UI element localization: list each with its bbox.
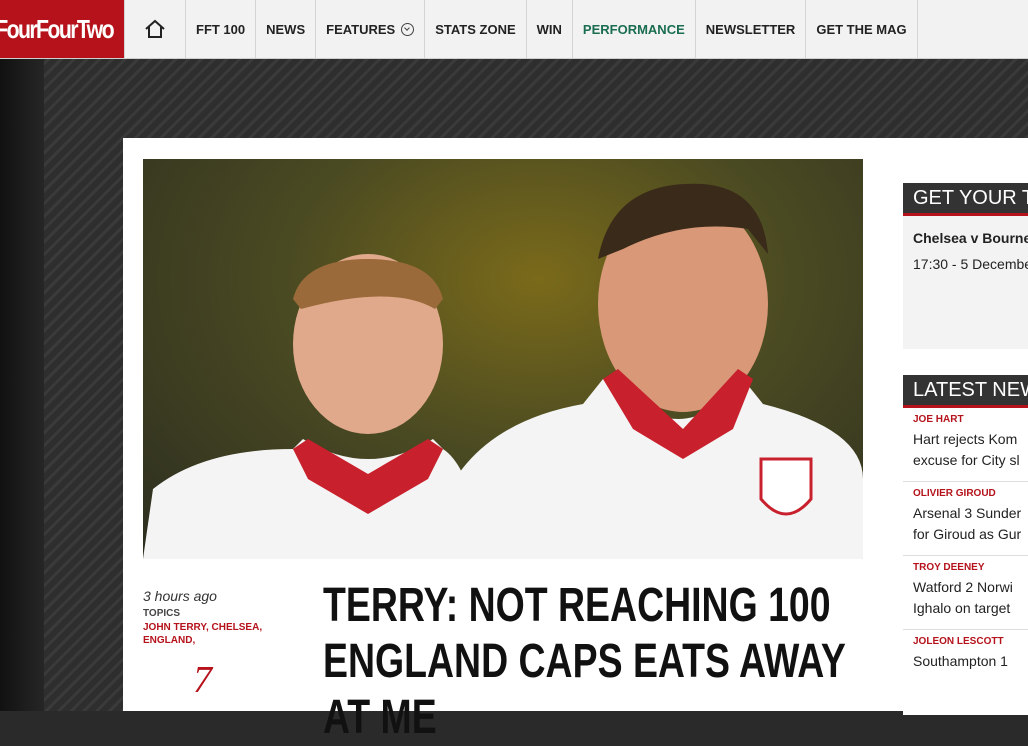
news-item[interactable]: JOE HART Hart rejects Kom excuse for City… [903,408,1028,482]
news-item[interactable]: TROY DEENEY Watford 2 Norwi Ighalo on tar… [903,556,1028,630]
nav-label: WIN [536,21,562,37]
news-title[interactable]: Southampton 1 [913,651,1018,672]
hero-image [143,159,863,559]
nav-label: GET THE MAG [816,21,907,37]
home-icon [145,19,165,38]
news-title[interactable]: Arsenal 3 Sunder for Giroud as Gur [913,503,1021,545]
nav-newsletter[interactable]: NEWSLETTER [696,0,807,58]
left-shadow [0,59,44,711]
news-tag[interactable]: JOLEON LESCOTT [913,636,1018,647]
nav-label: FEATURES [326,21,396,37]
topics-label: TOPICS [143,608,181,619]
comment-count[interactable]: 7 [193,658,212,702]
nav-win[interactable]: WIN [527,0,573,58]
logo-link[interactable]: FourFourTwo [0,0,124,58]
news-title[interactable]: Watford 2 Norwi Ighalo on target [913,577,1018,619]
nav-performance[interactable]: PERFORMANCE [573,0,696,58]
news-item[interactable]: OLIVIER GIROUD Arsenal 3 Sunder for Girou… [903,482,1028,556]
home-button[interactable] [124,0,186,58]
nav-features[interactable]: FEATURES [316,0,426,58]
nav-fft100[interactable]: FFT 100 [186,0,257,58]
main-content: 3 hours ago TOPICS JOHN TERRY, CHELSEA, … [123,138,1028,744]
news-tag[interactable]: OLIVIER GIROUD [913,488,1018,499]
topic-links[interactable]: JOHN TERRY, CHELSEA, ENGLAND, [143,621,273,647]
site-logo: FourFourTwo [0,0,115,58]
news-title[interactable]: Hart rejects Kom excuse for City sl [913,429,1020,471]
chevron-down-icon [401,22,415,36]
article-time: 3 hours ago [143,588,217,604]
nav-stats-zone[interactable]: STATS ZONE [425,0,527,58]
nav-news[interactable]: NEWS [256,0,317,58]
article-headline: TERRY: NOT REACHING 100 ENGLAND CAPS EAT… [323,579,846,744]
news-tag[interactable]: TROY DEENEY [913,562,1018,573]
nav-label: NEWS [266,21,306,37]
nav-label: STATS ZONE [435,21,516,37]
latest-heading: LATEST NEW [903,375,1028,408]
news-tag[interactable]: JOE HART [913,414,1018,425]
top-nav: FourFourTwo FFT 100 NEWS FEATURES STATS … [0,0,1028,59]
tickets-box: GET YOUR TIC Chelsea v Bourne 17:30 - 5 … [903,183,1028,349]
nav-label: FFT 100 [196,21,246,37]
nav-label: NEWSLETTER [705,21,796,37]
tickets-heading: GET YOUR TIC [903,183,1028,216]
latest-news-box: LATEST NEW JOE HART Hart rejects Kom excu… [903,375,1028,715]
ticket-match[interactable]: Chelsea v Bourne [903,216,1028,256]
ticket-datetime: 17:30 - 5 December [913,256,1028,272]
hero-illustration [143,183,863,559]
nav-label: PERFORMANCE [582,21,685,37]
nav-get-the-mag[interactable]: GET THE MAG [806,0,918,58]
news-item[interactable]: JOLEON LESCOTT Southampton 1 [903,630,1028,682]
